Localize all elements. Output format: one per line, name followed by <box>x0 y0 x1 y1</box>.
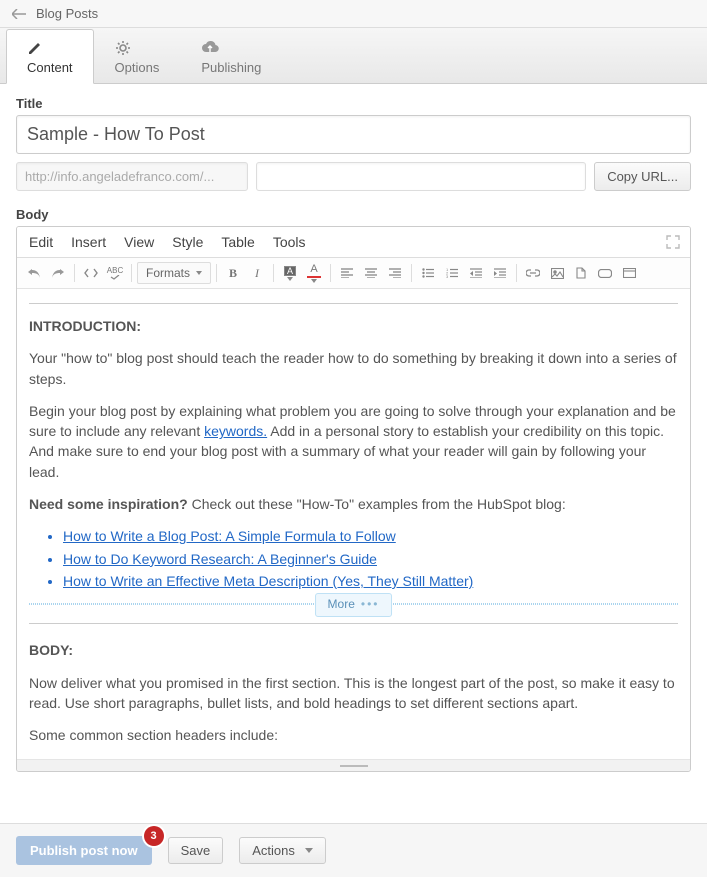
number-list-icon[interactable]: 123 <box>441 262 463 284</box>
redo-icon[interactable] <box>47 262 69 284</box>
pencil-icon <box>27 40 73 56</box>
inspiration-line: Need some inspiration? Check out these "… <box>29 494 678 514</box>
menu-style[interactable]: Style <box>172 234 203 250</box>
tab-publishing[interactable]: Publishing <box>180 29 282 84</box>
url-prefix-display: http://info.angeladefranco.com/... <box>16 162 248 191</box>
intro-heading: INTRODUCTION: <box>29 318 141 334</box>
example-link[interactable]: How to Do Keyword Research: A Beginner's… <box>63 551 377 567</box>
outdent-icon[interactable] <box>465 262 487 284</box>
cloud-upload-icon <box>201 40 261 56</box>
align-left-icon[interactable] <box>336 262 358 284</box>
title-label: Title <box>16 96 691 111</box>
tab-content[interactable]: Content <box>6 29 94 84</box>
indent-icon[interactable] <box>489 262 511 284</box>
menu-table[interactable]: Table <box>221 234 254 250</box>
body-paragraph-1: Now deliver what you promised in the fir… <box>29 673 678 714</box>
gear-icon <box>115 40 160 56</box>
file-icon[interactable] <box>570 262 592 284</box>
example-links-list: How to Write a Blog Post: A Simple Formu… <box>63 526 678 591</box>
image-icon[interactable] <box>546 262 568 284</box>
copy-url-button[interactable]: Copy URL... <box>594 162 691 191</box>
cta-icon[interactable] <box>594 262 616 284</box>
bullet-list-icon[interactable] <box>417 262 439 284</box>
intro-paragraph-2: Begin your blog post by explaining what … <box>29 401 678 482</box>
divider <box>29 303 678 304</box>
tab-options[interactable]: Options <box>94 29 181 84</box>
link-icon[interactable] <box>522 262 544 284</box>
intro-paragraph-1: Your "how to" blog post should teach the… <box>29 348 678 389</box>
sourcecode-icon[interactable] <box>80 262 102 284</box>
menu-insert[interactable]: Insert <box>71 234 106 250</box>
richtext-editor: Edit Insert View Style Table Tools ABC F… <box>16 226 691 772</box>
actions-dropdown[interactable]: Actions <box>239 837 326 864</box>
tab-label: Options <box>115 60 160 75</box>
embed-icon[interactable] <box>618 262 640 284</box>
resize-handle[interactable] <box>17 759 690 771</box>
save-button[interactable]: Save <box>168 837 224 864</box>
divider <box>29 623 678 624</box>
example-link[interactable]: How to Write an Effective Meta Descripti… <box>63 573 473 589</box>
editor-content-area[interactable]: INTRODUCTION: Your "how to" blog post sh… <box>17 289 690 759</box>
keywords-link[interactable]: keywords. <box>204 423 267 439</box>
title-input[interactable] <box>16 115 691 154</box>
content-panel: Title http://info.angeladefranco.com/...… <box>0 84 707 772</box>
example-link[interactable]: How to Write a Blog Post: A Simple Formu… <box>63 528 396 544</box>
breadcrumb-bar: Blog Posts <box>0 0 707 28</box>
tab-label: Publishing <box>201 60 261 75</box>
tab-label: Content <box>27 60 73 75</box>
back-arrow-icon[interactable] <box>12 9 26 19</box>
editor-toolbar: ABC Formats B I A A 123 <box>17 258 690 289</box>
editor-tabs: Content Options Publishing <box>0 28 707 84</box>
dots-icon: ••• <box>361 596 380 613</box>
align-right-icon[interactable] <box>384 262 406 284</box>
spellcheck-icon[interactable]: ABC <box>104 262 126 284</box>
publish-button[interactable]: Publish post now 3 <box>16 836 152 865</box>
footer-bar: Publish post now 3 Save Actions <box>0 823 707 877</box>
svg-text:3: 3 <box>446 274 449 278</box>
body-paragraph-2: Some common section headers include: <box>29 725 678 745</box>
editor-menubar: Edit Insert View Style Table Tools <box>17 227 690 258</box>
italic-icon[interactable]: I <box>246 262 268 284</box>
undo-icon[interactable] <box>23 262 45 284</box>
formats-dropdown[interactable]: Formats <box>137 262 211 284</box>
menu-view[interactable]: View <box>124 234 154 250</box>
menu-edit[interactable]: Edit <box>29 234 53 250</box>
body-label: Body <box>16 207 691 222</box>
fullscreen-icon[interactable] <box>666 235 680 249</box>
url-slug-input[interactable] <box>256 162 586 191</box>
bold-icon[interactable]: B <box>222 262 244 284</box>
chevron-down-icon <box>305 848 313 853</box>
breadcrumb-label[interactable]: Blog Posts <box>36 6 98 21</box>
notification-badge: 3 <box>144 826 164 846</box>
backcolor-icon[interactable]: A <box>279 262 301 284</box>
forecolor-icon[interactable]: A <box>303 262 325 284</box>
read-more-separator: More ••• <box>29 603 678 605</box>
align-center-icon[interactable] <box>360 262 382 284</box>
menu-tools[interactable]: Tools <box>273 234 306 250</box>
url-row: http://info.angeladefranco.com/... Copy … <box>16 162 691 191</box>
body-heading: BODY: <box>29 642 73 658</box>
read-more-pill[interactable]: More ••• <box>315 593 393 616</box>
